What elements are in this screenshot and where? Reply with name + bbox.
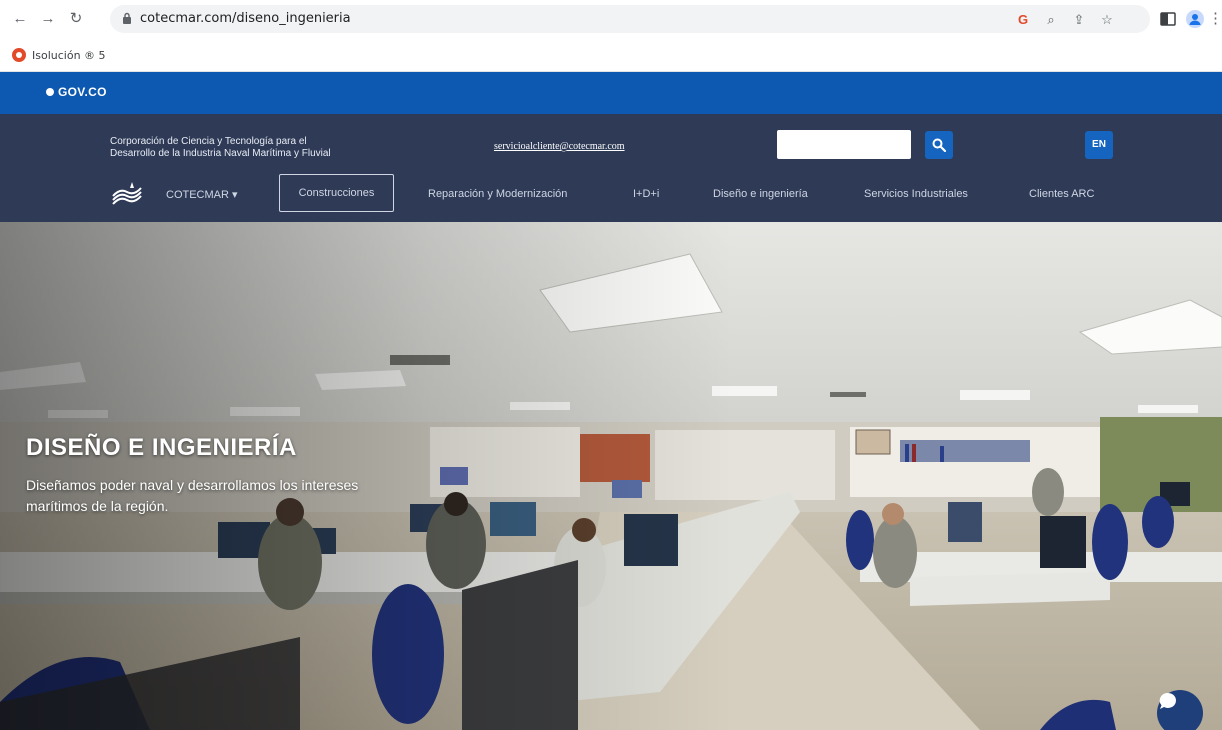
hero-banner: DISEÑO E INGENIERÍA Diseñamos poder nava…	[0, 222, 1222, 730]
cotecmar-logo-icon[interactable]	[110, 178, 144, 212]
nav-construcciones[interactable]: Construcciones	[279, 174, 394, 212]
browser-chrome: ← → ↻ cotecmar.com/diseno_ingenieria G ⌕…	[0, 0, 1222, 72]
gov-logo[interactable]: GOV.CO	[46, 85, 107, 99]
corporate-tagline: Corporación de Ciencia y Tecnología para…	[110, 136, 410, 160]
nav-cotecmar-dropdown[interactable]: COTECMAR ▾	[166, 188, 238, 201]
url-text[interactable]: cotecmar.com/diseno_ingenieria	[140, 11, 351, 26]
profile-icon[interactable]	[1186, 10, 1204, 28]
nav-diseno-ingenieria[interactable]: Diseño e ingeniería	[713, 188, 808, 200]
nav-reparacion-modernizacion[interactable]: Reparación y Modernización	[428, 188, 567, 200]
site-header: Corporación de Ciencia y Tecnología para…	[0, 114, 1222, 222]
tagline-line-2: Desarrollo de la Industria Naval Marítim…	[110, 148, 331, 159]
lock-icon	[123, 12, 131, 24]
nav-clientes-arc[interactable]: Clientes ARC	[1029, 188, 1094, 200]
gov-bar: GOV.CO	[0, 72, 1222, 114]
hero-subtitle: Diseñamos poder naval y desarrollamos lo…	[26, 477, 359, 514]
chat-button[interactable]	[1157, 690, 1203, 730]
customer-service-email-link[interactable]: servicioalcliente@cotecmar.com	[494, 141, 625, 152]
bookmark-isolucion[interactable]: Isolución ® 5	[12, 46, 106, 64]
gov-shield-icon	[46, 88, 54, 96]
gov-logo-text: GOV.CO	[58, 85, 107, 99]
search-button[interactable]	[925, 131, 953, 159]
bookmark-label: Isolución ® 5	[32, 48, 106, 62]
hero-title: DISEÑO E INGENIERÍA	[26, 434, 297, 461]
tagline-line-1: Corporación de Ciencia y Tecnología para…	[110, 136, 307, 147]
share-icon[interactable]: ⇪	[1071, 12, 1087, 28]
search-input[interactable]	[777, 130, 911, 159]
back-arrow-icon[interactable]: ←	[10, 9, 30, 29]
search-icon	[932, 138, 946, 152]
nav-servicios-industriales[interactable]: Servicios Industriales	[864, 188, 968, 200]
sidebar-icon[interactable]	[1160, 11, 1176, 27]
menu-icon[interactable]: ⋮	[1208, 9, 1222, 29]
reload-icon[interactable]: ↻	[66, 9, 86, 29]
bookmarks-bar: Isolución ® 5	[0, 38, 1222, 72]
nav-idi[interactable]: I+D+i	[633, 188, 659, 200]
star-icon[interactable]: ☆	[1099, 12, 1115, 28]
language-en-button[interactable]: EN	[1085, 131, 1113, 159]
address-row: ← → ↻ cotecmar.com/diseno_ingenieria G ⌕…	[0, 0, 1222, 38]
chat-bubble-icon	[1159, 692, 1176, 709]
address-bar[interactable]: cotecmar.com/diseno_ingenieria G ⌕ ⇪ ☆	[110, 5, 1150, 33]
zoom-icon[interactable]: ⌕	[1043, 12, 1059, 28]
google-icon[interactable]: G	[1015, 12, 1031, 28]
forward-arrow-icon[interactable]: →	[38, 9, 58, 29]
isolucion-logo-icon	[12, 48, 26, 62]
